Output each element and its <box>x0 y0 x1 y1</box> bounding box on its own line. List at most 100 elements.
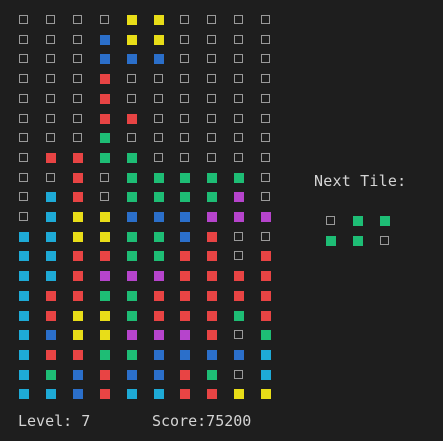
board-cell-red <box>99 74 110 85</box>
board-cell-empty <box>99 172 109 182</box>
board-cell-empty <box>180 34 190 44</box>
board-cell-green <box>126 192 137 203</box>
board-cell-green <box>153 172 164 183</box>
board-cell-blue <box>234 349 245 360</box>
board-cell-cyan <box>45 212 56 222</box>
board-cell-green <box>126 251 137 262</box>
board-cell-red <box>261 271 272 282</box>
board-cell-empty <box>126 93 136 103</box>
board-cell-empty <box>153 113 163 123</box>
board-cell-empty <box>19 74 28 84</box>
board-cell-yellow <box>99 212 110 222</box>
board-cell-empty <box>19 15 28 24</box>
board-cell-green <box>207 369 218 380</box>
board-cell-empty <box>234 93 244 103</box>
board-cell-red <box>72 192 83 203</box>
board-cell-empty <box>207 15 217 24</box>
board-cell-magenta <box>126 271 137 282</box>
board-cell-green <box>153 192 164 203</box>
board-cell-empty <box>261 54 271 64</box>
board-cell-empty <box>180 74 190 84</box>
board-cell-red <box>180 251 191 262</box>
board-cell-red <box>153 290 164 301</box>
board-cell-green <box>180 172 191 183</box>
board-cell-green <box>126 349 137 360</box>
board-cell-green <box>99 152 110 163</box>
board-cell-cyan <box>261 369 272 380</box>
board-cell-empty <box>261 231 271 241</box>
board-cell-red <box>99 113 110 124</box>
board-cell-empty <box>261 172 271 182</box>
board-cell-empty <box>234 113 244 123</box>
board-cell-empty <box>234 251 244 261</box>
board-cell-cyan <box>19 271 29 282</box>
board-cell-cyan <box>45 251 56 262</box>
board-cell-red <box>180 369 191 380</box>
board-cell-empty <box>72 15 82 24</box>
board-cell-cyan <box>45 192 56 203</box>
board-cell-magenta <box>153 271 164 282</box>
board-cell-empty <box>45 54 55 64</box>
board-cell-empty <box>19 34 28 44</box>
board-cell-red <box>45 310 56 321</box>
board-cell-empty <box>19 133 28 143</box>
board-cell-cyan <box>45 271 56 282</box>
board-cell-empty <box>261 93 271 103</box>
board-cell-red <box>180 271 191 282</box>
board-cell-red <box>99 251 110 262</box>
board-cell-empty <box>72 93 82 103</box>
next-tile-cell-green <box>353 236 363 246</box>
board-cell-red <box>207 251 218 262</box>
board-cell-blue <box>99 34 110 45</box>
board-cell-empty <box>45 15 55 24</box>
board-cell-blue <box>99 54 110 65</box>
board-cell-magenta <box>234 212 245 222</box>
board-cell-red <box>261 310 272 321</box>
board-cell-yellow <box>99 330 110 341</box>
board-cell-empty <box>45 133 55 143</box>
board-cell-empty <box>153 133 163 143</box>
board-cell-empty <box>261 113 271 123</box>
board-cell-cyan <box>45 389 56 400</box>
board-cell-empty <box>19 192 28 202</box>
next-tile-cell-green <box>380 216 390 226</box>
board-cell-empty <box>207 93 217 103</box>
board-cell-empty <box>261 15 271 24</box>
board-cell-empty <box>207 113 217 123</box>
board-cell-green <box>207 192 218 203</box>
board-cell-green <box>45 369 56 380</box>
board-cell-yellow <box>126 15 137 25</box>
board-cell-blue <box>45 330 56 341</box>
board-cell-empty <box>72 74 82 84</box>
board-cell-yellow <box>126 34 137 45</box>
board-cell-red <box>45 152 56 163</box>
board-cell-green <box>126 290 137 301</box>
level-display: Level: 7 <box>18 412 91 430</box>
board-cell-yellow <box>234 389 245 400</box>
board-cell-empty <box>234 34 244 44</box>
board-cell-empty <box>234 369 244 379</box>
board-cell-red <box>207 310 218 321</box>
board-cell-green <box>180 192 191 203</box>
board-cell-red <box>72 290 83 301</box>
board-cell-empty <box>126 74 136 84</box>
board-cell-empty <box>234 231 244 241</box>
board-cell-blue <box>180 231 191 242</box>
board-cell-blue <box>180 349 191 360</box>
board-cell-yellow <box>99 310 110 321</box>
board-cell-red <box>72 152 83 163</box>
board-cell-green <box>207 172 218 183</box>
board-cell-empty <box>72 34 82 44</box>
board-cell-empty <box>207 133 217 143</box>
board-cell-yellow <box>153 15 164 25</box>
board-cell-green <box>153 231 164 242</box>
board-cell-blue <box>72 389 83 400</box>
board-cell-yellow <box>72 310 83 321</box>
board-cell-cyan <box>19 349 29 360</box>
board-cell-blue <box>126 54 137 65</box>
board-cell-yellow <box>72 330 83 341</box>
board-cell-red <box>72 349 83 360</box>
board-cell-red <box>234 271 245 282</box>
board-cell-empty <box>153 152 163 162</box>
board-cell-red <box>180 290 191 301</box>
